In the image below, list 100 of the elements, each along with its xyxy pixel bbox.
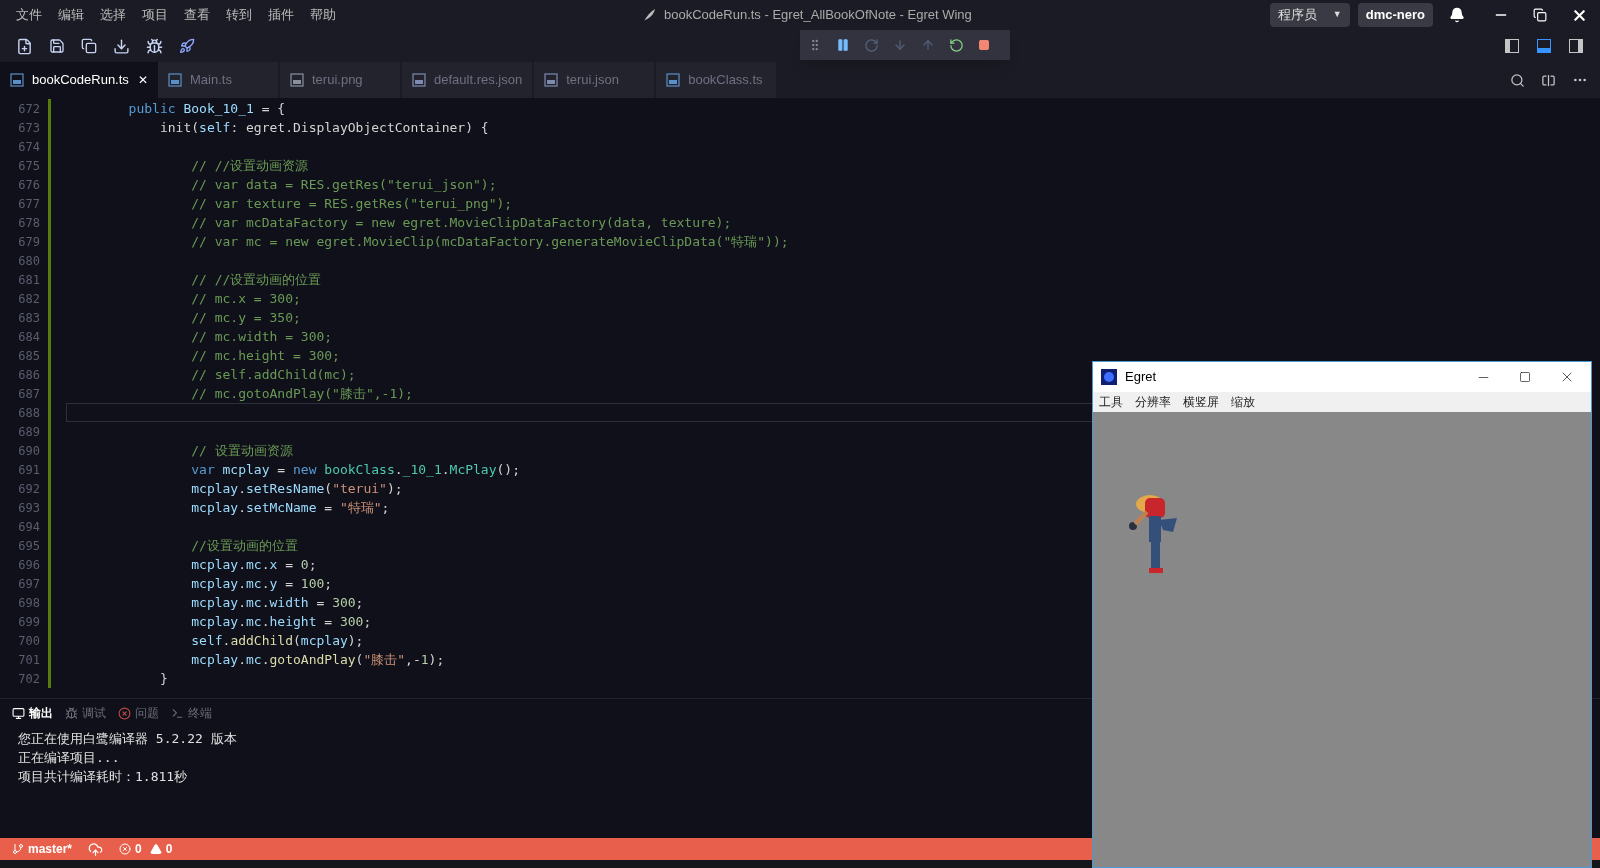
line-number: 685 bbox=[17, 347, 40, 365]
line-number: 676 bbox=[17, 176, 40, 194]
line-number: 702 bbox=[17, 670, 40, 688]
code-line: mcplay.mc.height = 300; bbox=[190, 612, 373, 631]
line-number: 695 bbox=[17, 537, 40, 555]
line-number: 686 bbox=[17, 366, 40, 384]
file-icon bbox=[290, 73, 304, 87]
line-number: 696 bbox=[17, 556, 40, 574]
restore-icon[interactable] bbox=[1533, 8, 1547, 22]
panel-tab[interactable]: 调试 bbox=[65, 704, 106, 722]
error-count: 0 bbox=[135, 841, 142, 858]
menu-item[interactable]: 编辑 bbox=[50, 5, 92, 25]
code-line: public Book_10_1 = { bbox=[127, 99, 287, 118]
search-icon[interactable] bbox=[1510, 72, 1525, 88]
tab-label: bookCodeRun.ts bbox=[32, 71, 129, 90]
line-number: 701 bbox=[17, 651, 40, 669]
bug-icon[interactable] bbox=[146, 37, 163, 55]
menu-item[interactable]: 横竖屏 bbox=[1183, 393, 1219, 411]
notification-icon[interactable] bbox=[1449, 7, 1465, 23]
right-panel-icon[interactable] bbox=[1568, 38, 1584, 54]
code-line: self.addChild(mcplay); bbox=[190, 631, 365, 650]
tab-label: terui.json bbox=[566, 71, 619, 90]
line-number: 682 bbox=[17, 290, 40, 308]
code-line: mcplay.setMcName = "特瑞"; bbox=[190, 498, 391, 517]
tab-label: bookClass.ts bbox=[688, 71, 763, 90]
line-number: 683 bbox=[17, 309, 40, 327]
file-icon bbox=[412, 73, 426, 87]
line-number: 679 bbox=[17, 233, 40, 251]
split-editor-icon[interactable] bbox=[1541, 72, 1556, 88]
maximize-icon[interactable] bbox=[1519, 371, 1531, 383]
menu-item[interactable]: 分辨率 bbox=[1135, 393, 1171, 411]
menu-item[interactable]: 文件 bbox=[8, 5, 50, 25]
file-icon bbox=[666, 73, 681, 87]
code-line: //设置动画的位置 bbox=[190, 536, 299, 555]
line-number: 687 bbox=[17, 385, 40, 403]
menu-item[interactable]: 工具 bbox=[1099, 393, 1123, 411]
cloud-upload-icon[interactable] bbox=[88, 841, 104, 857]
file-icon bbox=[168, 73, 182, 87]
warning-count: 0 bbox=[165, 841, 173, 858]
line-number: 673 bbox=[17, 119, 40, 137]
menu-item[interactable]: 帮助 bbox=[302, 5, 344, 25]
role-dropdown[interactable]: 程序员 ▼ bbox=[1269, 3, 1350, 27]
tab-close-button[interactable]: ✕ bbox=[138, 71, 148, 89]
download-icon[interactable] bbox=[113, 37, 130, 55]
error-icon bbox=[119, 843, 132, 855]
code-line: // 设置动画资源 bbox=[190, 441, 294, 460]
line-number: 674 bbox=[17, 138, 40, 156]
editor-tab[interactable]: bookCodeRun.ts ✕ bbox=[0, 62, 158, 98]
save-icon[interactable] bbox=[49, 38, 65, 54]
output-line: 项目共计编译耗时：1.811秒 bbox=[18, 768, 189, 786]
code-line: init(self: egret.DisplayObjectContainer) { bbox=[158, 118, 490, 137]
line-number: 698 bbox=[17, 594, 40, 612]
error-icon bbox=[118, 706, 131, 720]
stop-icon[interactable] bbox=[978, 39, 990, 51]
code-line: // mc.y = 350; bbox=[190, 308, 302, 327]
rocket-icon[interactable] bbox=[179, 38, 195, 54]
panel-tab[interactable]: 问题 bbox=[118, 704, 159, 722]
menu-item[interactable]: 项目 bbox=[134, 5, 176, 25]
line-number: 672 bbox=[17, 100, 40, 118]
code-line: mcplay.mc.y = 100; bbox=[190, 574, 334, 593]
menu-item[interactable]: 查看 bbox=[176, 5, 218, 25]
line-number: 693 bbox=[17, 499, 40, 517]
preview-window-title: Egret bbox=[1125, 368, 1157, 387]
output-line: 您正在使用白鹭编译器 5.2.22 版本 bbox=[18, 730, 238, 748]
code-line: mcplay.mc.width = 300; bbox=[190, 593, 365, 612]
panel-tab[interactable]: 终端 bbox=[171, 704, 212, 722]
git-branch-icon bbox=[12, 843, 24, 855]
line-number: 681 bbox=[17, 271, 40, 289]
code-line: // var data = RES.getRes("terui_json"); bbox=[190, 175, 498, 194]
feather-icon bbox=[642, 8, 656, 22]
file-icon bbox=[10, 73, 24, 87]
menu-item[interactable]: 选择 bbox=[92, 5, 134, 25]
line-number: 699 bbox=[17, 613, 40, 631]
code-line: // mc.width = 300; bbox=[190, 327, 334, 346]
restart-icon[interactable] bbox=[949, 37, 964, 53]
menu-item[interactable]: 转到 bbox=[218, 5, 260, 25]
code-line: } bbox=[158, 669, 169, 688]
pause-icon[interactable] bbox=[836, 38, 850, 52]
line-number: 677 bbox=[17, 195, 40, 213]
user-button[interactable]: dmc-nero bbox=[1357, 3, 1433, 27]
left-panel-icon[interactable] bbox=[1504, 38, 1520, 54]
output-line: 正在编译项目... bbox=[18, 749, 121, 767]
code-line: // //设置动画资源 bbox=[190, 156, 310, 175]
panel-tab[interactable]: 输出 bbox=[12, 704, 53, 722]
line-number: 692 bbox=[17, 480, 40, 498]
tab-label: Main.ts bbox=[190, 71, 232, 90]
bug-icon bbox=[65, 706, 78, 720]
menu-item[interactable]: 缩放 bbox=[1231, 393, 1255, 411]
line-number: 678 bbox=[17, 214, 40, 232]
line-number: 697 bbox=[17, 575, 40, 593]
bottom-panel-icon[interactable] bbox=[1536, 38, 1552, 54]
line-number: 680 bbox=[17, 252, 40, 270]
app-icon bbox=[1101, 369, 1117, 385]
code-line: var mcplay = new bookClass._10_1.McPlay(); bbox=[190, 460, 521, 479]
line-number: 675 bbox=[17, 157, 40, 175]
save-all-icon[interactable] bbox=[81, 38, 97, 54]
new-folder-icon[interactable] bbox=[16, 37, 33, 55]
menu-item[interactable]: 插件 bbox=[260, 5, 302, 25]
code-line: // self.addChild(mc); bbox=[190, 365, 357, 384]
line-number: 694 bbox=[17, 518, 40, 536]
